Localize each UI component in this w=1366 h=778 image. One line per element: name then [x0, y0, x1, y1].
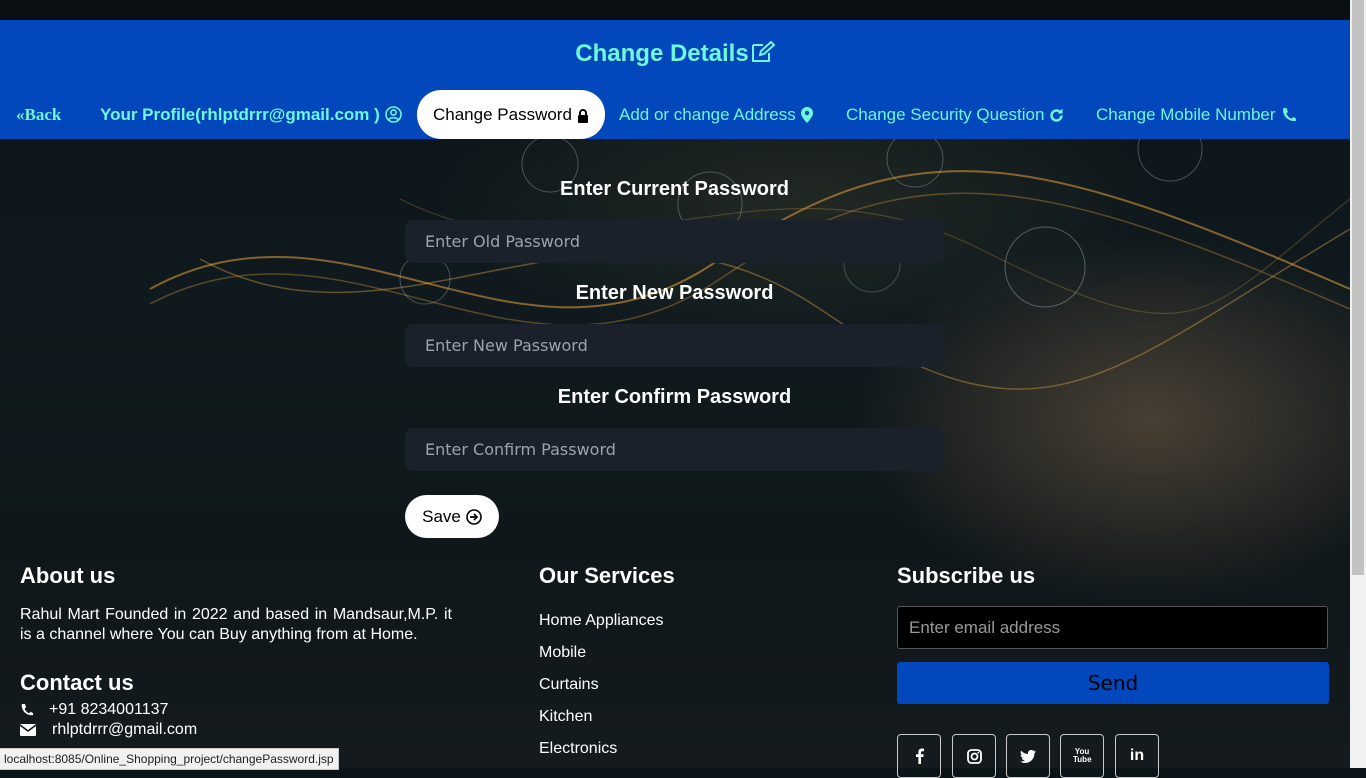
arrow-circle-right-icon [466, 508, 482, 525]
youtube-button[interactable]: You Tube [1060, 734, 1104, 778]
double-chevron-left-icon: « [16, 105, 25, 124]
scrollbar-thumb[interactable] [1352, 0, 1364, 575]
confirm-password-input[interactable] [405, 428, 944, 471]
service-link-kitchen[interactable]: Kitchen [539, 708, 592, 726]
facebook-button[interactable] [897, 734, 941, 778]
status-bar-url: localhost:8085/Online_Shopping_project/c… [0, 748, 339, 770]
edit-icon [751, 40, 776, 62]
tab-security-question[interactable]: Change Security Question [846, 90, 1064, 139]
facebook-icon [915, 748, 924, 764]
instagram-button[interactable] [952, 734, 996, 778]
service-link-home-appliances[interactable]: Home Appliances [539, 612, 664, 630]
twitter-icon [1020, 749, 1036, 763]
instagram-icon [966, 748, 982, 764]
contact-phone: +91 8234001137 [20, 701, 168, 719]
linkedin-icon: in [1129, 747, 1145, 764]
service-link-mobile[interactable]: Mobile [539, 644, 586, 662]
header-bar: Change Details «Back Your Profile(rhlptd… [0, 20, 1350, 139]
user-circle-icon [384, 106, 402, 123]
services-title: Our Services [539, 563, 675, 588]
new-password-label: Enter New Password [575, 282, 774, 304]
subscribe-email-input[interactable] [897, 606, 1328, 649]
about-title: About us [20, 563, 116, 588]
current-password-input[interactable] [405, 220, 944, 263]
twitter-button[interactable] [1006, 734, 1050, 778]
linkedin-button[interactable]: in [1115, 734, 1159, 778]
refresh-icon [1050, 108, 1064, 122]
map-marker-icon [800, 107, 813, 123]
service-link-curtains[interactable]: Curtains [539, 676, 599, 694]
about-text: Rahul Mart Founded in 2022 and based in … [20, 606, 452, 643]
nav-bar: «Back Your Profile(rhlptdrrr@gmail.com )… [0, 90, 1350, 139]
phone-icon [1282, 108, 1296, 122]
envelope-icon [20, 724, 36, 736]
top-strip [0, 0, 1350, 20]
lock-icon [577, 109, 588, 123]
tab-mobile-number[interactable]: Change Mobile Number [1096, 90, 1297, 139]
send-button[interactable]: Send [897, 662, 1329, 704]
service-link-electronics[interactable]: Electronics [539, 740, 617, 758]
page-title: Change Details [0, 40, 1350, 68]
confirm-password-label: Enter Confirm Password [557, 386, 792, 408]
contact-email: rhlptdrrr@gmail.com [20, 721, 197, 739]
youtube-icon: You Tube [1073, 747, 1092, 764]
tab-change-password[interactable]: Change Password [417, 90, 605, 139]
tab-your-profile[interactable]: Your Profile(rhlptdrrr@gmail.com ) [100, 90, 402, 139]
save-button[interactable]: Save [405, 495, 499, 538]
subscribe-title: Subscribe us [897, 563, 1036, 588]
tab-address[interactable]: Add or change Address [619, 90, 813, 139]
contact-title: Contact us [20, 670, 134, 695]
back-link[interactable]: «Back [16, 90, 61, 139]
current-password-label: Enter Current Password [560, 178, 789, 200]
new-password-input[interactable] [405, 324, 944, 367]
phone-icon [21, 703, 34, 716]
